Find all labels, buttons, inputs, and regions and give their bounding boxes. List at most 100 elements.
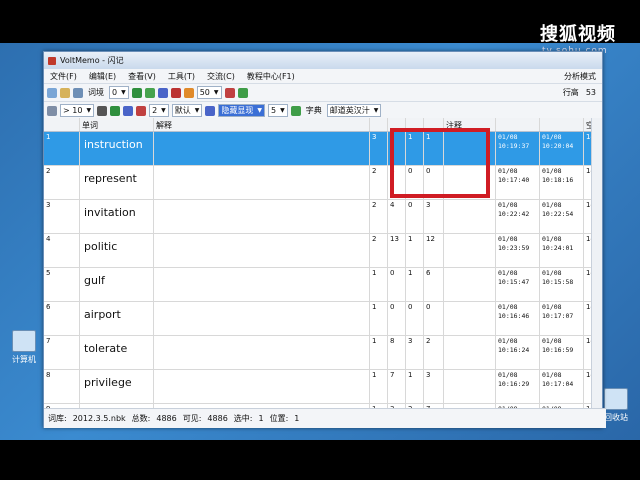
annotation-highlight-box [390,128,490,198]
cell-count1: 2 [370,200,388,233]
menu-file[interactable]: 文件(F) [44,71,83,82]
e-icon[interactable] [123,105,134,116]
cell-count4: 3 [424,200,444,233]
table-row[interactable]: 5gulf101601/0810:15:4701/0810:15:58149 [44,268,602,302]
cell-date-text: 01/08 [542,235,562,243]
table-row[interactable]: 4 politic 2 13 1 12 01/08 10:23:59 01/08 10:24:01… [44,234,602,268]
recycle-bin-icon [604,388,628,410]
height-combo-value: 50 [199,88,210,97]
cell-date1: 01/08 10:16:29 [496,370,540,403]
cell-date-text: 01/08 [542,167,562,175]
height-combo[interactable]: 50 ▼ [196,86,222,99]
cell-date-text: 01/08 [542,337,562,345]
cell-note [444,336,496,369]
cell-time-text: 10:17:40 [498,176,530,184]
threshold-combo-value: > 10 [63,106,83,115]
cell-count4: 6 [424,268,444,301]
cell-note [444,200,496,233]
cell-word: airport [80,302,154,335]
cell-word: tolerate [80,336,154,369]
title-bar[interactable]: VoltMemo - 闪记 [44,52,602,69]
word-table: 单词 解释 注释 空白 1instruction321101/0810:19:3… [44,118,602,408]
row-height-label: 行高 [562,88,579,97]
words-combo[interactable]: 0 ▼ [109,86,129,99]
cell-date-text: 01/08 [498,269,518,277]
count-combo[interactable]: 5 ▼ [268,104,288,117]
cell-time-text: 10:15:58 [542,278,574,286]
menu-view[interactable]: 查看(V) [122,71,162,82]
computer-icon [12,330,36,352]
speed-combo[interactable]: 2 ▼ [149,104,169,117]
menu-tutorial[interactable]: 教程中心(F1) [241,71,301,82]
table-row[interactable]: 7tolerate183201/0810:16:2401/0810:16:591… [44,336,602,370]
c-icon[interactable] [157,87,168,98]
cell-definition [154,200,370,233]
cell-count1: 1 [370,336,388,369]
brush-icon[interactable] [183,87,194,98]
mode-dropdown[interactable]: 分析模式 [558,71,602,82]
cell-time-text: 10:24:01 [542,244,574,252]
cell-date2: 01/08 10:17:07 [540,302,584,335]
words-label: 词境 [88,88,104,97]
desktop-icon-label: 回收站 [604,413,628,422]
dictionary-combo[interactable]: 邮道英汉汁 ▼ [326,104,382,117]
style-combo[interactable]: 默认 ▼ [171,104,203,117]
cell-time-text: 10:19:37 [498,142,530,150]
cell-note [444,234,496,267]
table-row[interactable]: 1 instruction 3 2 1 1 01/08 10:19:37 01/08 10:20:… [44,132,602,166]
col-count1-header[interactable] [370,118,388,131]
col-word-header[interactable]: 单词 [80,118,154,131]
cell-count2: 7 [388,370,406,403]
menu-edit[interactable]: 编辑(E) [83,71,122,82]
leaf-icon[interactable] [144,87,155,98]
calendar-icon[interactable] [136,105,147,116]
cell-count3: 0 [406,302,424,335]
table-row[interactable]: 3 invitation 2 4 0 3 01/08 10:22:42 01/08 10:22:5… [44,200,602,234]
visibility-combo[interactable]: 隐藏显现 ▼ [218,104,266,117]
table-row[interactable]: 6airport100001/0810:16:4601/0810:17:0714… [44,302,602,336]
cell-date-text: 01/08 [542,201,562,209]
cell-date-text: 01/08 [542,303,562,311]
col-date2-header[interactable] [540,118,584,131]
save-icon[interactable] [73,87,83,98]
cell-count3: 0 [406,200,424,233]
status-selected: 1 [258,414,264,423]
w-icon[interactable] [110,105,121,116]
open-icon[interactable] [60,87,70,98]
threshold-combo[interactable]: > 10 ▼ [60,104,95,117]
vertical-scrollbar[interactable] [591,118,602,408]
table-row[interactable]: 2 represent 2 4 0 0 01/08 10:17:40 01/08 10:18:16… [44,166,602,200]
cell-date1: 01/08 10:16:46 [496,302,540,335]
menu-tools[interactable]: 工具(T) [162,71,201,82]
cell-count2: 0 [388,302,406,335]
cell-count4: 2 [424,336,444,369]
desktop-icon-computer[interactable]: 计算机 [6,330,42,365]
w-icon[interactable] [131,87,142,98]
cell-date-text: 01/08 [498,371,518,379]
cell-time-text: 10:22:42 [498,210,530,218]
funnel-icon[interactable] [47,105,57,116]
speed-combo-value: 2 [152,106,158,115]
filter-icon[interactable] [224,87,235,98]
dictionary-icon[interactable] [290,105,301,116]
cell-count2: 4 [388,200,406,233]
speaker-icon[interactable] [170,87,181,98]
cell-time-text: 10:16:29 [498,380,530,388]
col-date1-header[interactable] [496,118,540,131]
table-row[interactable]: 8 privilege 1 7 1 3 01/08 10:16:29 01/08 10:17:04… [44,370,602,404]
cell-date2: 01/08 10:16:59 [540,336,584,369]
cell-definition [154,234,370,267]
cell-date2: 01/08 10:22:54 [540,200,584,233]
menu-exchange[interactable]: 交流(C) [201,71,241,82]
new-icon[interactable] [47,87,57,98]
col-definition-header[interactable]: 解释 [154,118,370,131]
refresh-icon[interactable] [237,87,248,98]
col-index-header[interactable] [44,118,80,131]
status-position: 1 [294,414,300,423]
eye-icon[interactable] [205,105,216,116]
cell-date-text: 01/08 [498,337,518,345]
cell-index: 5 [44,268,80,301]
cell-index: 4 [44,234,80,267]
chart-icon[interactable] [97,105,108,116]
cell-date1: 01/08 10:22:42 [496,200,540,233]
